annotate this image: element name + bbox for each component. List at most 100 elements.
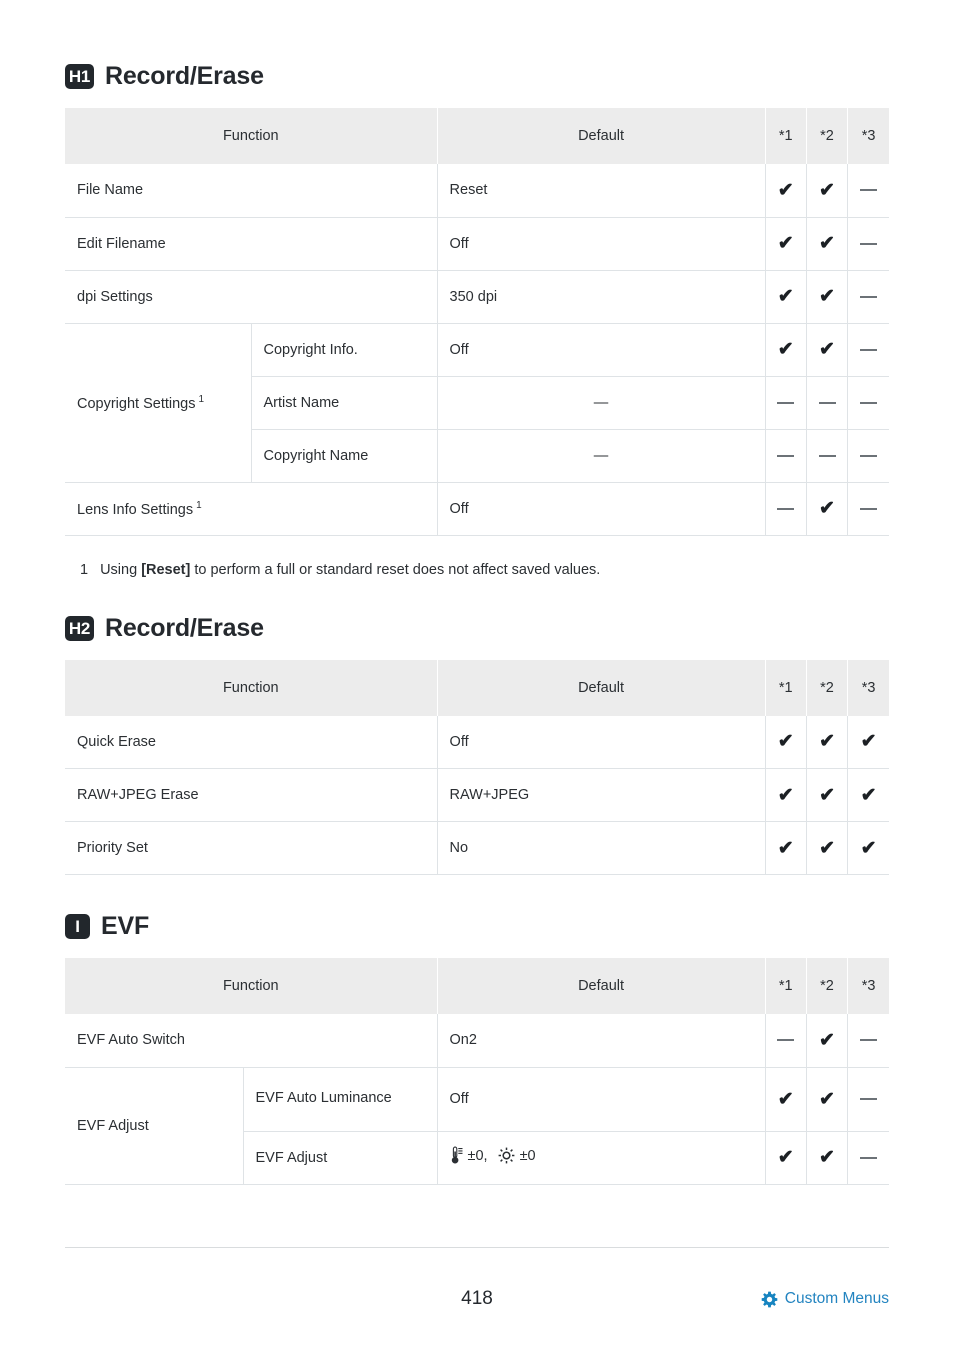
check-icon: ✔ <box>777 837 794 859</box>
cell-star1 <box>765 482 807 536</box>
check-icon: ✔ <box>819 784 835 806</box>
cell-star1 <box>765 376 807 430</box>
table-row: RAW+JPEG Erase RAW+JPEG ✔ ✔ ✔ <box>65 768 889 822</box>
cell-star2: ✔ <box>806 715 849 769</box>
cell-function: Quick Erase <box>65 715 438 769</box>
check-icon: ✔ <box>777 1147 794 1168</box>
cell-default: Off <box>437 323 766 377</box>
table-row: Copyright Settings 1 Copyright Info. Off … <box>65 323 889 483</box>
dash-icon <box>777 401 795 404</box>
cell-function-group: Copyright Settings 1 <box>65 323 252 483</box>
column-header-default: Default <box>437 958 766 1014</box>
footer-link-custom-menus[interactable]: Custom Menus <box>761 1290 889 1308</box>
cell-function: RAW+JPEG Erase <box>65 768 438 822</box>
cell-function: EVF Auto Switch <box>65 1014 438 1068</box>
footnote-text-bold: [Reset] <box>141 561 191 578</box>
cell-subfunction: EVF Auto Luminance <box>243 1067 438 1132</box>
evf-adjust-values: ±0, ±0 <box>450 1146 536 1165</box>
check-icon: ✔ <box>777 233 794 254</box>
cell-star2: ✔ <box>806 1131 849 1185</box>
document-page: H1 Record/Erase Function Default *1 *2 *… <box>0 0 954 1354</box>
dash-icon <box>860 1039 878 1042</box>
footnote-ref: 1 <box>198 393 205 405</box>
cell-star1: ✔ <box>765 1131 807 1185</box>
cell-star3 <box>847 1131 889 1185</box>
dash-icon <box>777 454 795 457</box>
check-icon: ✔ <box>819 1029 835 1051</box>
table-row: EVF Auto Switch On2 ✔ <box>65 1014 889 1068</box>
cell-star2: ✔ <box>806 821 849 875</box>
cell-default: Off <box>437 715 766 769</box>
footnote-text: Using [Reset] to perform a full or stand… <box>100 562 600 578</box>
table-row: dpi Settings 350 dpi ✔ ✔ <box>65 270 889 324</box>
cell-star3 <box>847 429 889 483</box>
cell-star1: ✔ <box>765 217 807 271</box>
check-icon: ✔ <box>777 1088 794 1110</box>
section-title-h1: Record/Erase <box>105 62 264 90</box>
check-icon: ✔ <box>777 179 794 201</box>
cell-star2 <box>806 429 849 483</box>
column-header-star2: *2 <box>806 108 849 164</box>
dash-icon <box>818 454 836 457</box>
cell-default: 350 dpi <box>437 270 766 324</box>
column-header-star1: *1 <box>765 958 807 1014</box>
dash-icon <box>777 507 795 510</box>
section-title-h2: Record/Erase <box>105 613 264 642</box>
dash-icon <box>860 1098 878 1101</box>
dash-icon <box>860 242 878 245</box>
table-row: Quick Erase Off ✔ ✔ ✔ <box>65 715 889 769</box>
column-header-star3: *3 <box>847 108 889 164</box>
dash-icon <box>860 189 878 192</box>
table-row: File Name Reset ✔ ✔ <box>65 164 889 218</box>
table-row: EVF Adjust EVF Auto Luminance Off ✔ ✔ <box>65 1067 889 1185</box>
cell-default: — <box>437 376 766 430</box>
page-footer: 418 Custom Menus <box>65 1288 889 1318</box>
check-icon: ✔ <box>777 731 794 753</box>
cell-star1: ✔ <box>765 768 807 822</box>
cell-default: — <box>437 429 766 483</box>
dash-icon <box>860 1156 878 1159</box>
section-title-evf: EVF <box>101 912 150 940</box>
cell-function: Edit Filename <box>65 217 438 271</box>
section-badge-h1: H1 <box>65 64 94 89</box>
cell-star2: ✔ <box>806 217 849 271</box>
section-badge-h2: H2 <box>65 615 94 641</box>
cell-star1: ✔ <box>765 270 807 324</box>
cell-subfunction: Copyright Name <box>251 429 438 483</box>
cell-star2: ✔ <box>806 270 849 324</box>
section-badge-evf: I <box>65 914 90 939</box>
cell-star2: ✔ <box>806 323 849 377</box>
cell-function: dpi Settings <box>65 270 438 324</box>
evf-temperature-value: ±0, <box>467 1147 488 1164</box>
dash-icon <box>777 1039 795 1042</box>
cell-function: Lens Info Settings 1 <box>65 482 438 536</box>
column-header-star2: *2 <box>806 958 849 1014</box>
dash-icon <box>860 295 878 298</box>
check-icon: ✔ <box>819 731 835 753</box>
cell-star2: ✔ <box>806 1014 849 1068</box>
cell-star2: ✔ <box>806 482 849 536</box>
section-heading-evf: I EVF <box>65 875 889 941</box>
column-header-star2: *2 <box>806 659 849 716</box>
footer-link-label: Custom Menus <box>784 1290 889 1307</box>
cell-star3: ✔ <box>847 768 889 822</box>
cell-star1 <box>765 429 807 483</box>
cell-default: Off <box>437 217 766 271</box>
check-icon: ✔ <box>860 784 877 806</box>
cell-star1: ✔ <box>765 715 807 769</box>
column-header-function: Function <box>65 659 438 716</box>
gear-icon <box>761 1291 778 1308</box>
cell-star1 <box>765 1014 807 1068</box>
check-icon: ✔ <box>777 339 794 360</box>
cell-star3: ✔ <box>847 715 889 769</box>
column-header-default: Default <box>437 659 766 716</box>
column-header-function: Function <box>65 108 438 164</box>
cell-default: Reset <box>437 164 766 218</box>
cell-function-label: Lens Info Settings <box>77 501 194 518</box>
cell-star3 <box>847 323 889 377</box>
check-icon: ✔ <box>819 837 835 859</box>
dash-icon <box>860 348 878 351</box>
table-row: Lens Info Settings 1 Off ✔ <box>65 482 889 536</box>
cell-function-label: Copyright Settings <box>77 395 196 412</box>
footnote-text-pre: Using <box>100 561 142 578</box>
